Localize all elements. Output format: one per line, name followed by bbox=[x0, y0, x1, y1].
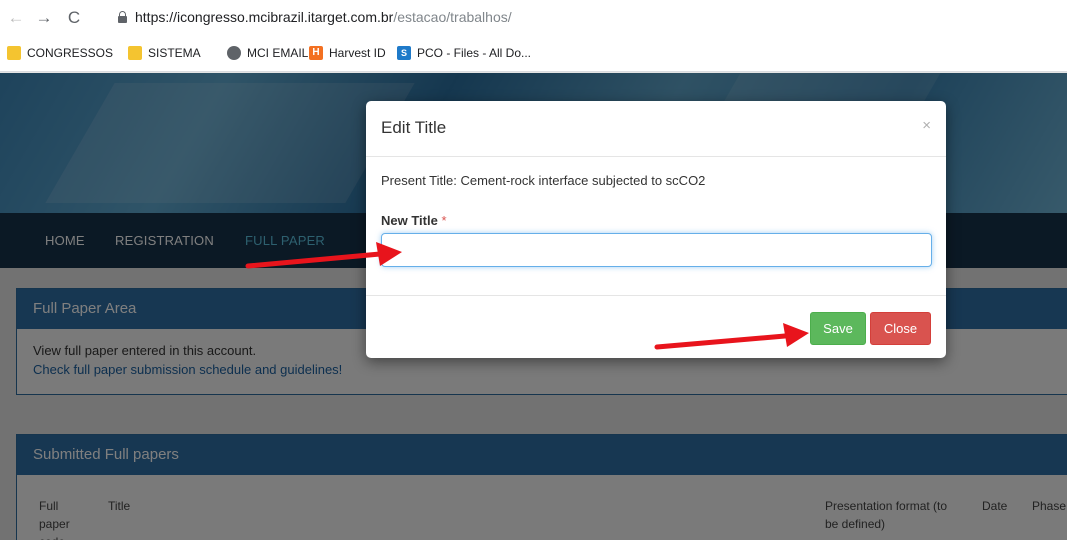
harvest-icon: H bbox=[309, 46, 323, 60]
bookmarks-bar: CONGRESSOS SISTEMA MCI EMAIL H Harvest I… bbox=[0, 36, 1067, 72]
new-title-input[interactable] bbox=[381, 233, 932, 267]
forward-arrow-icon[interactable]: → bbox=[34, 8, 54, 28]
new-title-label: New Title * bbox=[381, 213, 447, 228]
close-button[interactable]: Close bbox=[870, 312, 931, 345]
folder-icon bbox=[7, 46, 21, 60]
folder-icon bbox=[128, 46, 142, 60]
present-title-text: Present Title: Cement-rock interface sub… bbox=[381, 173, 706, 188]
sharepoint-icon: S bbox=[397, 46, 411, 60]
bookmark-sistema[interactable]: SISTEMA bbox=[128, 46, 201, 60]
close-icon[interactable]: × bbox=[922, 117, 931, 134]
bookmark-pco-files[interactable]: S PCO - Files - All Do... bbox=[397, 46, 531, 60]
url-field[interactable]: https://icongresso.mcibrazil.itarget.com… bbox=[135, 9, 512, 25]
browser-address-bar: ← → C https://icongresso.mcibrazil.itarg… bbox=[0, 0, 1067, 36]
required-marker: * bbox=[441, 213, 447, 228]
bookmark-mci-email[interactable]: MCI EMAIL bbox=[227, 46, 308, 60]
bookmark-congressos[interactable]: CONGRESSOS bbox=[7, 46, 113, 60]
save-button[interactable]: Save bbox=[810, 312, 866, 345]
lock-icon bbox=[118, 11, 127, 23]
annotation-arrow-save bbox=[654, 323, 809, 350]
modal-title: Edit Title bbox=[381, 118, 447, 137]
back-arrow-icon[interactable]: ← bbox=[6, 8, 26, 28]
bookmark-harvest-id[interactable]: H Harvest ID bbox=[309, 46, 386, 60]
annotation-arrow-input bbox=[245, 242, 402, 269]
globe-icon bbox=[227, 46, 241, 60]
reload-icon[interactable]: C bbox=[64, 8, 84, 28]
